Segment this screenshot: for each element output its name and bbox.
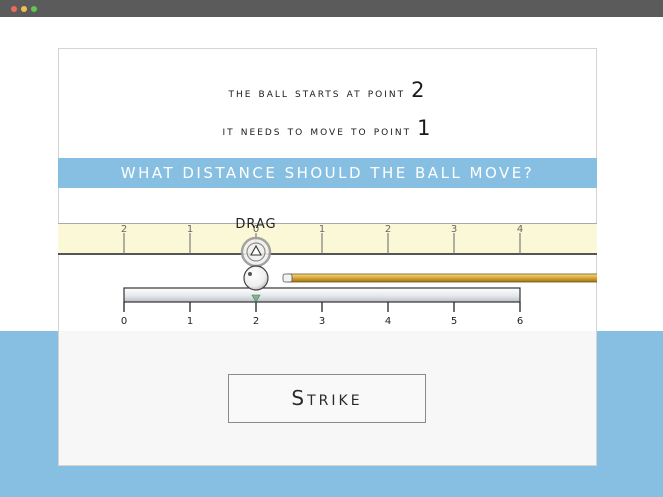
top-ruler-tick-label: 3 [451, 224, 457, 235]
bottom-ruler-tick-label: 3 [319, 316, 325, 327]
window-titlebar [0, 0, 663, 17]
bottom-ruler-tick-label: 2 [253, 316, 259, 327]
top-ruler-tick-label: 4 [517, 224, 523, 235]
strike-button[interactable]: Strike [228, 374, 426, 423]
maximize-window-icon[interactable] [31, 6, 37, 12]
bottom-ruler-tick-label: 5 [451, 316, 457, 327]
bottom-ruler-tick-label: 0 [121, 316, 127, 327]
top-ruler-tick-label: 1 [319, 224, 325, 235]
bottom-ruler-tick-label: 6 [517, 316, 523, 327]
minimize-window-icon[interactable] [21, 6, 27, 12]
top-ruler-tick-label: 2 [121, 224, 127, 235]
target-point-value: 1 [417, 116, 433, 140]
start-point-value: 2 [411, 78, 427, 102]
start-point-text: the ball starts at point [228, 86, 406, 101]
question-banner: WHAT DISTANCE SHOULD THE BALL MOVE? [58, 158, 597, 188]
pool-table-number-line: 2 1 0 1 2 3 4 0 1 2 3 4 5 6 [58, 223, 597, 327]
target-point-text: it needs to move to point [222, 124, 412, 139]
cue-stick[interactable] [282, 273, 597, 283]
target-point-statement: it needs to move to point 1 [58, 116, 597, 142]
bottom-ruler-ticks: 0 1 2 3 4 5 6 [121, 302, 523, 327]
start-point-statement: the ball starts at point 2 [58, 78, 597, 104]
drag-label: DRAG [235, 217, 277, 232]
close-window-icon[interactable] [11, 6, 17, 12]
cue-ball-shadow-dot [248, 272, 252, 276]
top-ruler-tick-label: 1 [187, 224, 193, 235]
ball-rail [123, 287, 521, 303]
bottom-ruler-tick-label: 4 [385, 316, 391, 327]
cue-ball[interactable] [243, 265, 269, 291]
top-ruler-tick-label: 2 [385, 224, 391, 235]
bottom-ruler-tick-label: 1 [187, 316, 193, 327]
